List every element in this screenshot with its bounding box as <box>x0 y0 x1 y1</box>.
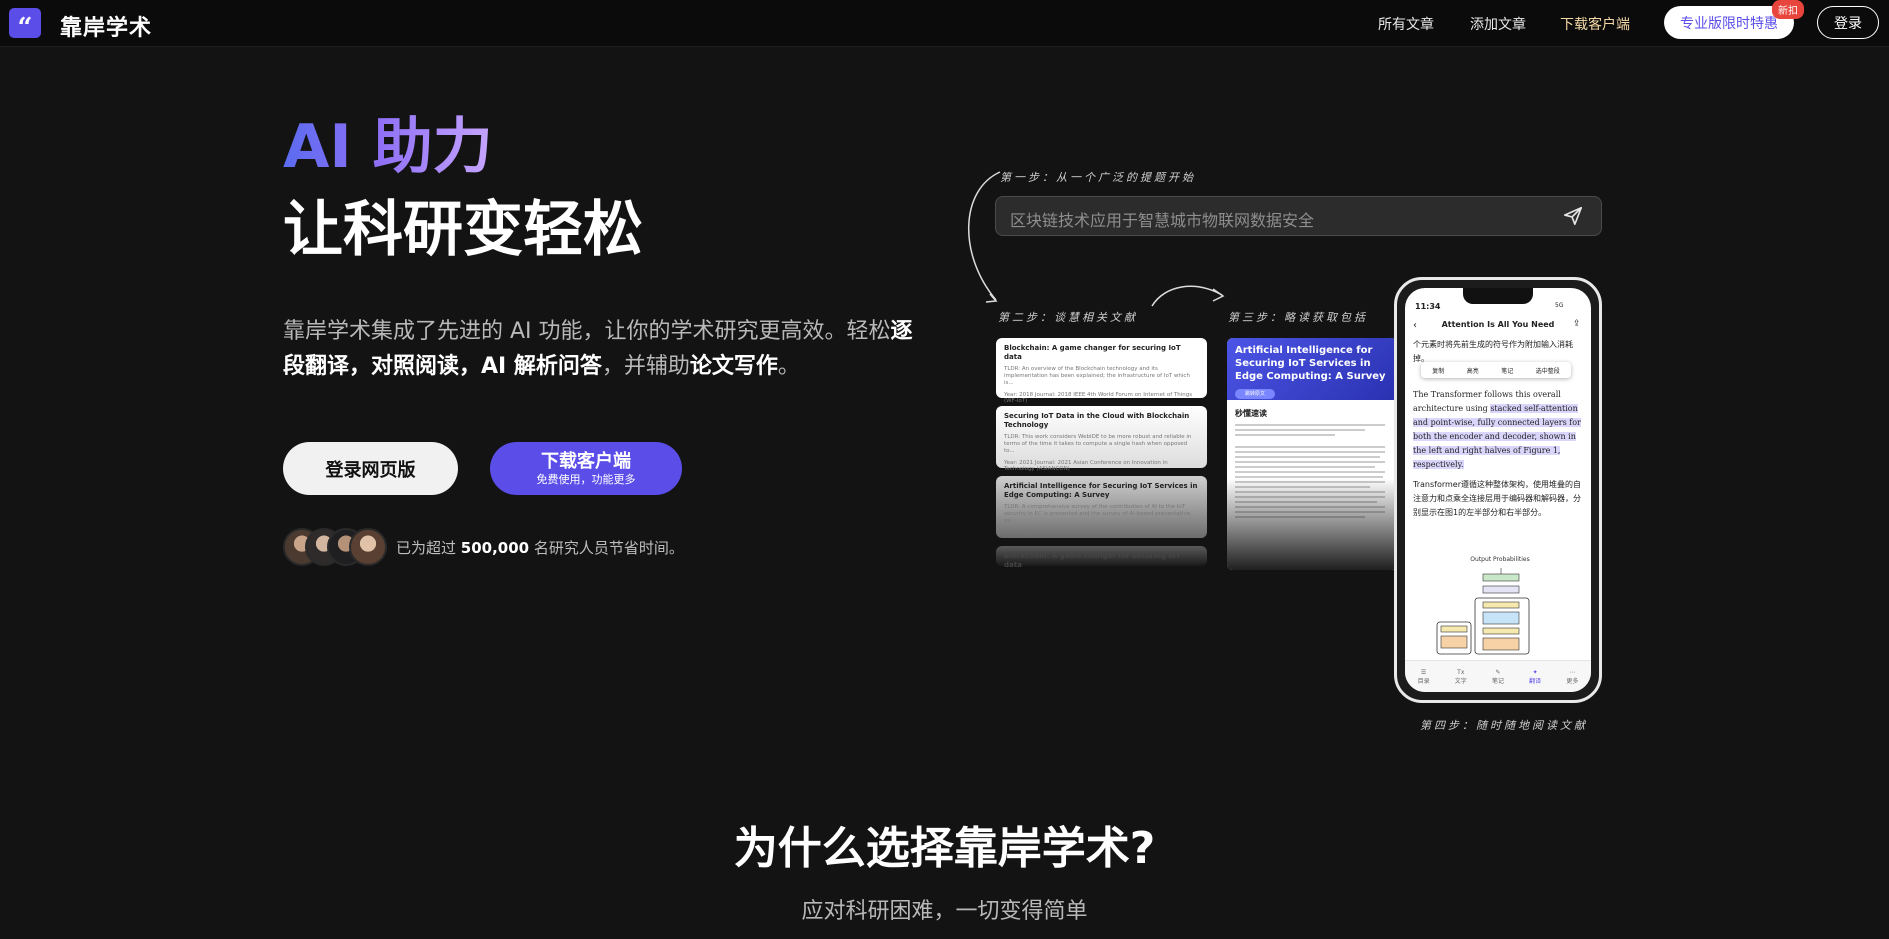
arrowhead <box>1212 288 1225 302</box>
share-icon[interactable]: ⇪ <box>1573 319 1581 329</box>
tab-toc-label: 目录 <box>1417 677 1430 685</box>
user-avatars <box>283 528 387 566</box>
paper-card[interactable]: Blockchain: A game changer for securing … <box>996 546 1207 569</box>
popup-highlight[interactable]: 高亮 <box>1467 366 1479 375</box>
section-title: 为什么选择靠岸学术? <box>733 823 1156 874</box>
phone-text-en-highlight[interactable]: stacked self-attention and point-wise, f… <box>1413 404 1581 469</box>
phone-notch <box>1463 288 1533 304</box>
text-line <box>1235 446 1385 448</box>
hero-description: 靠岸学术集成了先进的 AI 功能，让你的学术研究更高效。轻松逐段翻译，对照阅读，… <box>283 314 923 384</box>
paper-summary: TLDR: A comprehensive survey of the cont… <box>1004 504 1192 524</box>
phone-tab-bar: ☰ 目录 Tx 文字 ✎ 笔记 ✦ 翻译 ⋯ 更多 <box>1405 660 1591 692</box>
text-line <box>1235 451 1385 453</box>
topic-search-input[interactable]: 区块链技术应用于智慧城市物联网数据安全 <box>995 196 1602 236</box>
download-button-label: 下载客户端 <box>541 450 631 472</box>
paper-title: Blockchain: A game changer for securing … <box>1004 344 1181 361</box>
text-line <box>1235 429 1365 431</box>
paper-card[interactable]: Artificial Intelligence for Securing IoT… <box>996 476 1207 538</box>
popup-select-paragraph[interactable]: 选中整段 <box>1536 366 1560 375</box>
pro-badge: 新扣 <box>1772 0 1804 19</box>
top-nav: “ 靠岸学术 所有文章 添加文章 下载客户端 专业版限时特惠 新扣 登录 <box>0 0 1889 47</box>
paper-title: Artificial Intelligence for Securing IoT… <box>1004 482 1198 499</box>
tab-notes-label: 笔记 <box>1491 677 1504 685</box>
text-line <box>1235 424 1385 426</box>
step1-label: 第一步：从一个广泛的提题开始 <box>1000 171 1196 184</box>
hero-headline-ai: AI 助力 <box>283 112 493 182</box>
popup-note[interactable]: 笔记 <box>1501 366 1513 375</box>
text-line <box>1235 471 1385 473</box>
paper-card[interactable]: Blockchain: A game changer for securing … <box>996 338 1207 404</box>
desc-text: 。 <box>777 354 800 379</box>
paper-title: Blockchain: A game changer for securing … <box>1004 552 1181 569</box>
paper-card[interactable]: Securing IoT Data in the Cloud with Bloc… <box>996 406 1207 472</box>
tab-notes[interactable]: ✎ 笔记 <box>1492 669 1504 685</box>
avatar <box>349 528 387 566</box>
phone-text-en: The Transformer follows this overall arc… <box>1413 388 1585 472</box>
phone-status: 5G <box>1555 302 1564 309</box>
article-title: Artificial Intelligence for Securing IoT… <box>1235 345 1386 382</box>
nav-add-article[interactable]: 添加文章 <box>1470 14 1526 34</box>
desc-highlight-writing: 论文写作 <box>689 354 778 379</box>
nav-all-articles[interactable]: 所有文章 <box>1378 14 1434 34</box>
fade-overlay <box>1227 478 1397 570</box>
send-icon[interactable] <box>1562 205 1584 227</box>
brand-name[interactable]: 靠岸学术 <box>60 10 152 42</box>
paper-title: Securing IoT Data in the Cloud with Bloc… <box>1004 412 1190 429</box>
diagram-graphic <box>1436 568 1530 655</box>
tab-more-label: 更多 <box>1566 677 1579 685</box>
logo-icon[interactable]: “ <box>9 8 41 41</box>
transformer-diagram: Output Probabilities <box>1435 556 1565 656</box>
phone-text-cn: Transformer遵循这种整体架构，使用堆叠的自注意力和点乘全连接层用于编码… <box>1413 480 1582 517</box>
text-line <box>1235 434 1335 436</box>
hero-headline: 让科研变轻松 <box>283 195 643 265</box>
stat-number: 500,000 <box>460 539 530 557</box>
article-preview[interactable]: Artificial Intelligence for Securing IoT… <box>1227 338 1397 570</box>
selection-popup: 复制 高亮 笔记 选中整段 <box>1421 362 1571 378</box>
phone-screen: 11:34 5G ‹ Attention Is All You Need ⇪ 个… <box>1405 288 1591 692</box>
paper-meta: Year: 2018 Journal: 2018 IEEE 4th World … <box>1004 392 1193 404</box>
paper-summary: TLDR: This work considers WebIDE to be m… <box>1004 434 1192 454</box>
arrow-step1 <box>968 171 1001 301</box>
section-subtitle: 应对科研困难，一切变得简单 <box>801 899 1088 924</box>
article-header: Artificial Intelligence for Securing IoT… <box>1227 338 1397 400</box>
step3-label: 第三步：略读获取包括 <box>1228 311 1368 324</box>
phone-time: 11:34 <box>1415 302 1441 311</box>
download-button-sublabel: 免费使用，功能更多 <box>536 472 636 486</box>
text-line <box>1235 466 1375 468</box>
paper-meta: Year: 2021 Journal: 2021 Asian Conferenc… <box>1004 460 1168 472</box>
desc-text: ，并辅助 <box>601 354 690 379</box>
tab-translate[interactable]: ✦ 翻译 <box>1529 669 1541 685</box>
tab-toc[interactable]: ☰ 目录 <box>1418 669 1430 685</box>
nav-download-client[interactable]: 下载客户端 <box>1560 14 1630 34</box>
article-section-title: 秒懂速读 <box>1235 409 1267 418</box>
stat-prefix: 已为超过 <box>396 539 461 557</box>
stat-suffix: 名研究人员节省时间。 <box>529 539 684 557</box>
phone-paper-title: Attention Is All You Need <box>1441 320 1555 329</box>
arrow-step2 <box>1151 285 1223 307</box>
article-badge[interactable]: 跳转原文 <box>1235 389 1275 399</box>
step4-label: 第四步：随时随地阅读文献 <box>1420 719 1588 732</box>
text-line <box>1235 461 1385 463</box>
tab-text[interactable]: Tx 文字 <box>1455 669 1467 685</box>
tab-translate-label: 翻译 <box>1529 677 1542 685</box>
tab-more[interactable]: ⋯ 更多 <box>1566 669 1578 685</box>
paper-summary: TLDR: An overview of the Blockchain tech… <box>1004 366 1190 386</box>
login-button[interactable]: 登录 <box>1817 6 1879 39</box>
download-client-button[interactable]: 下载客户端 免费使用，功能更多 <box>490 442 682 495</box>
text-line <box>1235 456 1380 458</box>
paper-meta: Year: 2020 Journal: Security Communicati… <box>1004 530 1153 536</box>
tab-text-label: 文字 <box>1454 677 1467 685</box>
phone-mockup: 11:34 5G ‹ Attention Is All You Need ⇪ 个… <box>1394 277 1602 703</box>
web-login-button[interactable]: 登录网页版 <box>283 442 458 495</box>
desc-text: 靠岸学术集成了先进的 AI 功能，让你的学术研究更高效。轻松 <box>283 319 891 344</box>
user-stat: 已为超过 500,000 名研究人员节省时间。 <box>396 537 684 558</box>
popup-copy[interactable]: 复制 <box>1432 366 1444 375</box>
step2-label: 第二步：谈慧相关文献 <box>998 311 1138 324</box>
